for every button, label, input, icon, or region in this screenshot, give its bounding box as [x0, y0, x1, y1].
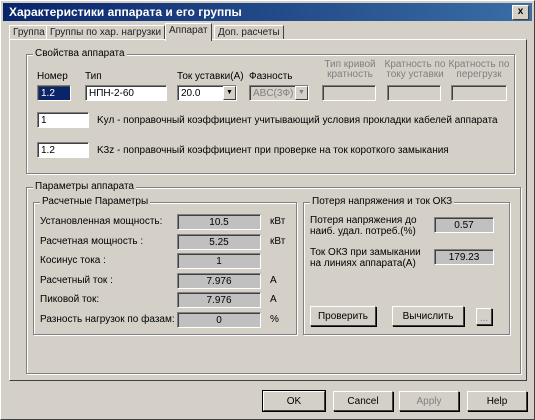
- calc-params-legend: Расчетные Параметры: [40, 196, 151, 207]
- phase-value: ABC(3Ф): [253, 88, 294, 99]
- installed-power-unit: кВт: [270, 216, 286, 227]
- compute-button[interactable]: Вычислить: [392, 306, 464, 326]
- device-properties-group: Свойства аппарата Номер 1.2 Тип НПН-2-60…: [26, 48, 515, 174]
- kul-label: Kул - поправочный коэффициент учитывающи…: [97, 115, 498, 126]
- okz-current-label: Ток ОКЗ при замыкании на линиях аппарата…: [310, 247, 421, 269]
- k3z-field[interactable]: 1.2: [37, 142, 89, 158]
- peak-current-unit: A: [270, 294, 277, 305]
- peak-current-label: Пиковой ток:: [40, 294, 100, 305]
- peak-current-value: 7.976: [177, 292, 261, 308]
- voltage-loss-legend: Потеря напряжения и ток ОКЗ: [310, 196, 455, 207]
- overload-mult-field[interactable]: [451, 85, 507, 101]
- calc-params-group: Расчетные Параметры Установленная мощнос…: [33, 196, 297, 335]
- current-mult-label: Кратность по току уставки: [384, 59, 446, 80]
- phase-diff-value: 0: [177, 312, 261, 328]
- calc-current-unit: A: [270, 275, 277, 286]
- phase-diff-unit: %: [270, 314, 279, 325]
- installed-power-value: 10.5: [177, 214, 261, 230]
- extra-button[interactable]: ...: [476, 308, 492, 325]
- device-parameters-legend: Параметры аппарата: [33, 181, 136, 192]
- phase-label: Фазность: [249, 71, 293, 82]
- number-field[interactable]: 1.2: [37, 85, 71, 101]
- tab-groups-by-load[interactable]: Группы по хар. нагрузки: [46, 25, 166, 40]
- phase-select[interactable]: ABC(3Ф) ▼: [249, 85, 309, 101]
- device-parameters-group: Параметры аппарата Расчетные Параметры У…: [26, 181, 521, 374]
- voltage-loss-group: Потеря напряжения и ток ОКЗ Потеря напря…: [303, 196, 510, 335]
- cancel-button[interactable]: Cancel: [333, 391, 393, 411]
- calc-current-label: Расчетный ток :: [40, 275, 113, 286]
- cosine-label: Косинус тока :: [40, 255, 106, 266]
- type-label: Тип: [85, 71, 102, 82]
- okz-current-value: 179.23: [434, 249, 494, 265]
- check-button[interactable]: Проверить: [310, 306, 376, 326]
- type-field[interactable]: НПН-2-60: [85, 85, 167, 101]
- tab-extra-calc[interactable]: Доп. расчеты: [214, 25, 284, 40]
- apply-button[interactable]: Apply: [399, 391, 459, 411]
- tab-device[interactable]: Аппарат: [165, 23, 212, 41]
- current-setting-value: 20.0: [181, 88, 201, 99]
- title-bar: Характеристики аппарата и его группы x: [3, 3, 532, 21]
- ok-button[interactable]: OK: [263, 391, 325, 411]
- chevron-down-icon[interactable]: ▼: [223, 86, 236, 100]
- installed-power-label: Установленная мощность:: [40, 216, 163, 227]
- calc-power-unit: кВт: [270, 236, 286, 247]
- calc-current-value: 7.976: [177, 273, 261, 289]
- close-icon: x: [517, 6, 524, 17]
- tab-group[interactable]: Группа: [9, 25, 49, 40]
- k3z-label: K3z - поправочный коэффициент при провер…: [97, 145, 449, 156]
- number-label: Номер: [37, 71, 68, 82]
- kul-field[interactable]: 1: [37, 112, 89, 128]
- calc-power-label: Расчетная мощность :: [40, 236, 144, 247]
- dialog-window: Характеристики аппарата и его группы x Г…: [0, 0, 535, 420]
- overload-mult-label: Кратность по перегрузк: [448, 59, 510, 80]
- tab-panel: Свойства аппарата Номер 1.2 Тип НПН-2-60…: [9, 39, 527, 381]
- current-setting-label: Ток уставки(А): [177, 71, 244, 82]
- voltage-loss-label: Потеря напряжения до наиб. удал. потреб.…: [310, 215, 417, 237]
- current-setting-select[interactable]: 20.0 ▼: [177, 85, 237, 101]
- current-mult-field[interactable]: [387, 85, 441, 101]
- close-button[interactable]: x: [512, 5, 529, 20]
- cosine-value: 1: [177, 253, 261, 269]
- chevron-down-icon[interactable]: ▼: [295, 86, 308, 100]
- window-title: Характеристики аппарата и его группы: [9, 5, 242, 19]
- curve-type-field[interactable]: [322, 85, 376, 101]
- device-properties-legend: Свойства аппарата: [33, 48, 127, 59]
- curve-type-label: Тип кривой кратность: [324, 59, 376, 80]
- voltage-loss-value: 0.57: [434, 217, 494, 233]
- help-button[interactable]: Help: [467, 391, 527, 411]
- calc-power-value: 5.25: [177, 234, 261, 250]
- phase-diff-label: Разность нагрузок по фазам:: [40, 314, 175, 325]
